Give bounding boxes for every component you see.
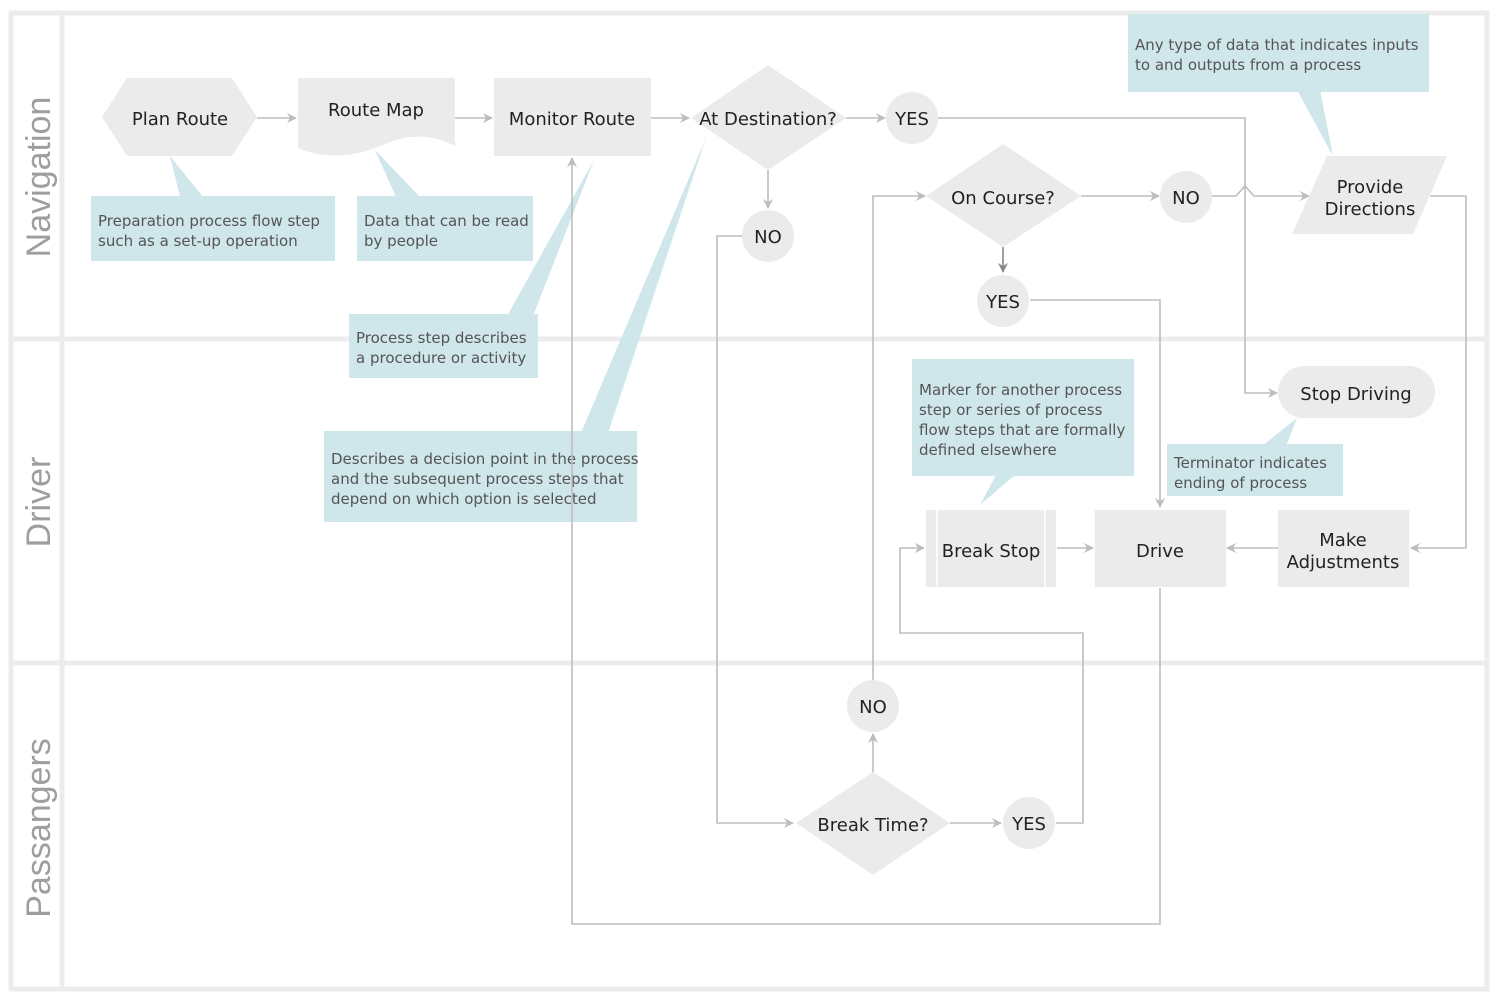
node-label: Monitor Route xyxy=(509,109,635,130)
callout-document: Data that can be read by people xyxy=(357,150,533,261)
node-label: Break Time? xyxy=(817,815,928,836)
flowchart-canvas: Navigation Driver Passangers Preparation… xyxy=(8,10,1490,992)
node-yes-course[interactable]: YES xyxy=(977,275,1029,327)
callout-tail xyxy=(1262,418,1297,446)
node-label: YES xyxy=(1011,814,1046,835)
node-label: Provide xyxy=(1337,177,1404,198)
node-make-adjustments[interactable]: Make Adjustments xyxy=(1278,510,1409,587)
node-label: Plan Route xyxy=(132,109,228,130)
callout-tail xyxy=(375,150,420,197)
node-provide-directions[interactable]: Provide Directions xyxy=(1292,156,1447,234)
callout-text: Marker for another process xyxy=(919,381,1122,399)
node-yes-destination[interactable]: YES xyxy=(886,92,938,144)
lane-label-driver: Driver xyxy=(20,457,58,548)
callout-text: Data that can be read xyxy=(364,212,529,230)
node-yes-break[interactable]: YES xyxy=(1003,797,1055,849)
node-no-break[interactable]: NO xyxy=(847,680,899,732)
node-label: Break Stop xyxy=(942,541,1041,562)
lane-label-passengers: Passangers xyxy=(20,738,58,918)
node-monitor-route[interactable]: Monitor Route xyxy=(494,78,651,156)
node-label: Drive xyxy=(1136,541,1184,562)
callout-process: Process step describes a procedure or ac… xyxy=(349,160,594,378)
node-break-time[interactable]: Break Time? xyxy=(796,772,950,875)
callout-tail xyxy=(581,138,706,433)
node-label: NO xyxy=(1172,188,1200,209)
node-no-destination[interactable]: NO xyxy=(742,210,794,262)
callout-text: ending of process xyxy=(1174,474,1307,492)
node-stop-driving[interactable]: Stop Driving xyxy=(1278,366,1435,418)
node-route-map[interactable]: Route Map xyxy=(298,78,455,156)
node-label: Stop Driving xyxy=(1300,384,1411,405)
callout-text: depend on which option is selected xyxy=(331,490,596,508)
node-label: Make xyxy=(1319,530,1366,551)
node-label: YES xyxy=(985,292,1020,313)
pool-border xyxy=(8,10,1490,992)
node-label: On Course? xyxy=(951,188,1055,209)
callout-predefined-process: Marker for another process step or serie… xyxy=(912,359,1134,505)
callout-tail xyxy=(170,156,203,197)
node-break-stop[interactable]: Break Stop xyxy=(926,510,1056,587)
callout-text: Terminator indicates xyxy=(1173,454,1327,472)
node-label: NO xyxy=(754,227,782,248)
connector-no-to-provide-directions xyxy=(1212,184,1310,201)
callout-text: flow steps that are formally xyxy=(919,421,1125,439)
callout-text: to and outputs from a process xyxy=(1135,56,1361,74)
callout-text: Preparation process flow step xyxy=(98,212,320,230)
callout-text: a procedure or activity xyxy=(356,349,526,367)
swimlanes: Navigation Driver Passangers xyxy=(8,10,1490,992)
node-label: NO xyxy=(859,697,887,718)
node-at-destination[interactable]: At Destination? xyxy=(691,65,846,170)
callout-text: step or series of process xyxy=(919,401,1103,419)
node-label: At Destination? xyxy=(699,109,837,130)
node-label: YES xyxy=(894,109,929,130)
node-label: Route Map xyxy=(328,100,424,121)
callout-text: Describes a decision point in the proces… xyxy=(331,450,639,468)
callout-text: Process step describes xyxy=(356,329,527,347)
connector-no-to-break-time xyxy=(716,235,794,828)
node-on-course[interactable]: On Course? xyxy=(926,144,1081,247)
callout-text: and the subsequent process steps that xyxy=(331,470,624,488)
callout-text: defined elsewhere xyxy=(919,441,1057,459)
node-plan-route[interactable]: Plan Route xyxy=(102,78,257,156)
callout-tail xyxy=(1297,90,1333,156)
callout-text: by people xyxy=(364,232,438,250)
callout-terminator: Terminator indicates ending of process xyxy=(1167,418,1343,496)
callout-text: such as a set-up operation xyxy=(98,232,298,250)
callout-preparation: Preparation process flow step such as a … xyxy=(91,156,335,261)
node-label: Directions xyxy=(1325,199,1416,220)
callout-tail xyxy=(980,475,1015,505)
connector-yes-to-break-stop xyxy=(899,543,1084,824)
node-drive[interactable]: Drive xyxy=(1095,510,1226,587)
node-no-course[interactable]: NO xyxy=(1160,171,1212,223)
node-label: Adjustments xyxy=(1287,552,1400,573)
callout-text: Any type of data that indicates inputs xyxy=(1135,36,1419,54)
lane-label-navigation: Navigation xyxy=(20,97,58,258)
callout-data: Any type of data that indicates inputs t… xyxy=(1128,14,1429,156)
